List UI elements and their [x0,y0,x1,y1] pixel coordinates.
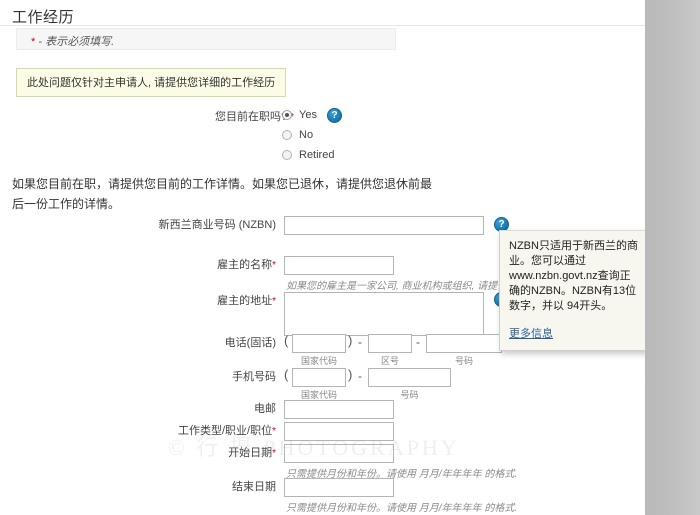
required-asterisk-icon: * [272,296,276,307]
required-asterisk-icon: * [272,426,276,437]
more-info-link[interactable]: 更多信息 [509,325,553,341]
nzbn-tooltip-text: NZBN只适用于新西兰的商业。您可以通过www.nzbn.govt.nz查询正确… [509,240,638,312]
employer-address-textarea[interactable] [284,292,484,336]
paren-open: ( [284,333,289,348]
radio-button-icon[interactable] [282,150,292,160]
paren-close: ) [348,367,353,382]
mobile-country-code-input[interactable] [292,368,346,387]
employer-name-input[interactable] [284,256,394,275]
mobile-label: 手机号码 [232,371,276,383]
required-fields-note: * - 表示必须填写. [16,28,396,50]
nzbn-tooltip: NZBN只适用于新西兰的商业。您可以通过www.nzbn.govt.nz查询正确… [499,230,645,351]
dash-separator: - [358,335,362,349]
applicant-notice-box: 此处问题仅针对主申请人, 请提供您详细的工作经历 [16,68,287,97]
page-title: 工作经历 [12,9,75,26]
page-background-gutter [645,0,700,515]
phone-number-sublabel: 号码 [454,356,473,366]
start-date-label: 开始日期* [228,447,276,459]
dash-separator: - [358,369,362,383]
phone-country-code-input[interactable] [292,334,346,353]
email-label: 电邮 [254,403,276,415]
employer-address-label: 雇主的地址* [217,295,276,307]
phone-number-input[interactable] [426,334,502,353]
radio-button-icon[interactable] [282,110,292,120]
email-input[interactable] [284,400,394,419]
start-date-input[interactable] [284,444,394,463]
phone-area-code-sublabel: 区号 [380,356,399,366]
employer-name-label: 雇主的名称* [217,259,276,271]
job-type-label: 工作类型/职业/职位* [177,425,276,437]
required-asterisk-icon: * [31,36,36,48]
paren-open: ( [284,367,289,382]
paren-close: ) [348,333,353,348]
end-date-input[interactable] [284,478,394,497]
radio-option-no[interactable]: No [282,127,334,143]
job-type-input[interactable] [284,422,394,441]
phone-country-code-sublabel: 国家代码 [300,356,337,366]
nzbn-label: 新西兰商业号码 (NZBN) [158,219,276,231]
nzbn-input[interactable] [284,216,484,235]
required-asterisk-icon: * [272,448,276,459]
end-date-label: 结束日期 [232,481,276,493]
radio-button-icon[interactable] [282,130,292,140]
mobile-number-input[interactable] [368,368,451,387]
form-page: 工作经历 * - 表示必须填写. 此处问题仅针对主申请人, 请提供您详细的工作经… [0,0,645,515]
phone-area-code-input[interactable] [368,334,412,353]
dash-separator: - [416,335,420,349]
applicant-notice-text: 此处问题仅针对主申请人, 请提供您详细的工作经历 [27,77,276,89]
required-asterisk-icon: * [272,260,276,271]
required-note-text: - 表示必须填写. [38,36,115,48]
intro-paragraph: 如果您目前在职，请提供您目前的工作详情。如果您已退休，请提供您退休前最后一份工作… [12,177,433,211]
phone-landline-label: 电话(固话) [224,337,276,349]
end-date-hint: 只需提供月份和年份。请使用 月月/年年年年 的格式. [286,503,518,514]
help-circle-icon[interactable]: ? [327,108,342,123]
title-divider [0,25,645,26]
radio-option-retired[interactable]: Retired [282,147,334,163]
employment-status-question: 您目前在职吗? * Yes No Retired [0,108,645,163]
